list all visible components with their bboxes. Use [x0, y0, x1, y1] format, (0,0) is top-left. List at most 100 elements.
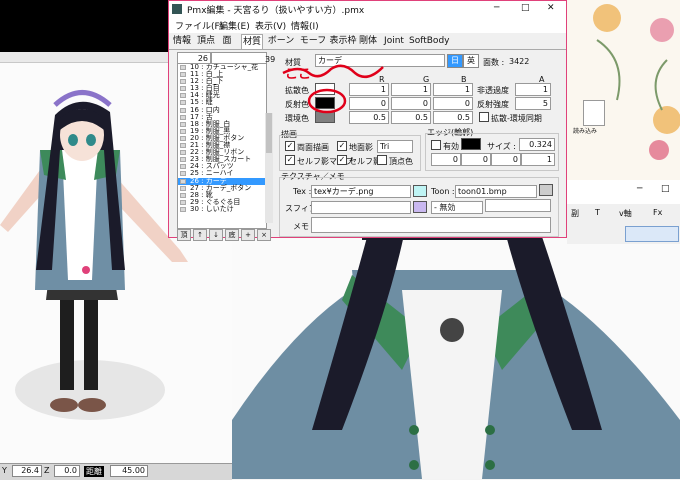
- alpha-input[interactable]: 1: [515, 83, 551, 96]
- edge-g-input[interactable]: 0: [461, 153, 491, 166]
- maximize-button[interactable]: □: [661, 184, 670, 194]
- tex-input[interactable]: tex¥カーデ.png: [311, 185, 411, 198]
- move-top-button[interactable]: 頂: [177, 229, 191, 241]
- material-checkbox-icon[interactable]: [180, 199, 186, 205]
- diffuse-g-input[interactable]: 1: [391, 83, 431, 96]
- z-value[interactable]: 0.0: [54, 465, 80, 477]
- edge-enabled-checkbox[interactable]: [431, 140, 441, 150]
- toon-input[interactable]: toon01.bmp: [455, 185, 537, 198]
- tab-vertex[interactable]: 頂点: [197, 34, 215, 48]
- spec-power-label: 反射強度: [477, 100, 509, 109]
- sphere-mode-select[interactable]: - 無効: [431, 201, 483, 214]
- tab-rigidbody[interactable]: 剛体: [359, 34, 377, 48]
- edge-size-input[interactable]: 0.324: [519, 138, 555, 151]
- double-sided-label: 両面描画: [297, 143, 329, 152]
- edge-b-input[interactable]: 0: [491, 153, 521, 166]
- tab-bone[interactable]: ボーン: [267, 34, 295, 48]
- material-checkbox-icon[interactable]: [180, 72, 186, 78]
- lang-en-button[interactable]: 英: [463, 54, 479, 68]
- edge-r-input[interactable]: 0: [431, 153, 461, 166]
- memo-input[interactable]: [311, 217, 551, 233]
- minimize-button[interactable]: ─: [637, 184, 642, 194]
- edge-a-input[interactable]: 1: [521, 153, 555, 166]
- delete-button[interactable]: ×: [257, 229, 271, 241]
- sphere-color-swatch[interactable]: [413, 201, 427, 213]
- material-checkbox-icon[interactable]: [180, 171, 186, 177]
- list-item[interactable]: 30 : しいたけ: [178, 205, 266, 213]
- tab-info[interactable]: 情報: [173, 34, 191, 48]
- material-checkbox-icon[interactable]: [180, 178, 186, 184]
- tab-joint[interactable]: Joint: [381, 34, 407, 48]
- diffuse-b-input[interactable]: 1: [433, 83, 473, 96]
- tab-bar: 情報 頂点 面 材質 ボーン モーフ 表示枠 剛体 Joint SoftBody: [169, 33, 566, 50]
- material-checkbox-icon[interactable]: [180, 150, 186, 156]
- material-checkbox-icon[interactable]: [180, 206, 186, 212]
- status-bar: Y 26.4 Z 0.0 距離 45.00: [0, 463, 232, 480]
- sphere-input[interactable]: [311, 201, 411, 214]
- ambient-g-input[interactable]: 0.5: [391, 111, 431, 124]
- menu-file[interactable]: ファイル(F): [175, 19, 223, 32]
- minimize-button[interactable]: ─: [494, 3, 499, 13]
- sphere-extra-select[interactable]: [485, 199, 551, 212]
- add-button[interactable]: +: [241, 229, 255, 241]
- material-list[interactable]: 10 : カチューシャ_花 11 : 白_上 12 : 白_下 13 : 白目 14 :…: [177, 63, 267, 229]
- desktop-icon-label: 読み込み: [573, 128, 598, 135]
- toon-color-swatch[interactable]: [539, 184, 553, 196]
- move-bottom-button[interactable]: 底: [225, 229, 239, 241]
- v-axis-button[interactable]: v軸: [619, 208, 632, 219]
- material-checkbox-icon[interactable]: [180, 121, 186, 127]
- tab-display-frame[interactable]: 表示枠: [329, 34, 357, 48]
- ground-shadow-checkbox[interactable]: ✓: [337, 141, 347, 151]
- y-value[interactable]: 26.4: [12, 465, 42, 477]
- tab-softbody[interactable]: SoftBody: [409, 34, 449, 48]
- material-checkbox-icon[interactable]: [180, 128, 186, 134]
- material-checkbox-icon[interactable]: [180, 93, 186, 99]
- tab-material[interactable]: 材質: [241, 34, 263, 49]
- self-shadow-map-checkbox[interactable]: ✓: [285, 155, 295, 165]
- close-button[interactable]: ✕: [547, 3, 555, 13]
- specular-b-input[interactable]: 0: [433, 97, 473, 110]
- spec-power-input[interactable]: 5: [515, 97, 551, 110]
- edge-enabled-label: 有効: [443, 142, 459, 151]
- material-checkbox-icon[interactable]: [180, 143, 186, 149]
- material-checkbox-icon[interactable]: [180, 107, 186, 113]
- menu-info[interactable]: 情報(I): [291, 19, 319, 32]
- list-scrollbar[interactable]: [265, 113, 273, 223]
- material-checkbox-icon[interactable]: [180, 185, 186, 191]
- maximize-button[interactable]: □: [521, 3, 530, 13]
- text-tool-button[interactable]: T: [595, 208, 600, 217]
- view-rotate-icons[interactable]: [625, 226, 679, 242]
- material-checkbox-icon[interactable]: [180, 86, 186, 92]
- double-sided-checkbox[interactable]: ✓: [285, 141, 295, 151]
- material-checkbox-icon[interactable]: [180, 192, 186, 198]
- ambient-b-input[interactable]: 0.5: [433, 111, 473, 124]
- file-icon[interactable]: [583, 100, 605, 126]
- material-checkbox-icon[interactable]: [180, 79, 186, 85]
- distance-value[interactable]: 45.00: [110, 465, 148, 477]
- tab-face[interactable]: 面: [221, 34, 233, 48]
- sub-tool-button[interactable]: 副: [571, 208, 579, 219]
- material-checkbox-icon[interactable]: [180, 164, 186, 170]
- sync-checkbox[interactable]: [479, 112, 489, 122]
- material-checkbox-icon[interactable]: [180, 65, 186, 70]
- lang-jp-button[interactable]: 日: [447, 54, 463, 68]
- menu-edit[interactable]: 編集(E): [219, 19, 250, 32]
- move-up-button[interactable]: ↑: [193, 229, 207, 241]
- specular-g-input[interactable]: 0: [391, 97, 431, 110]
- material-checkbox-icon[interactable]: [180, 100, 186, 106]
- shadow-mode-select[interactable]: Tri: [377, 140, 413, 153]
- fx-button[interactable]: Fx: [653, 208, 662, 217]
- edge-color-swatch[interactable]: [461, 138, 481, 150]
- material-checkbox-icon[interactable]: [180, 114, 186, 120]
- tex-color-swatch[interactable]: [413, 185, 427, 197]
- material-checkbox-icon[interactable]: [180, 157, 186, 163]
- menu-bar: ファイル(F) 編集(E) 表示(V) 情報(I): [169, 17, 566, 33]
- vertex-color-checkbox[interactable]: [377, 155, 387, 165]
- viewport-toolbar: [0, 52, 168, 63]
- self-shadow-checkbox[interactable]: ✓: [337, 155, 347, 165]
- move-down-button[interactable]: ↓: [209, 229, 223, 241]
- tab-morph[interactable]: モーフ: [299, 34, 327, 48]
- sync-label: 拡散-環境同期: [491, 114, 542, 123]
- menu-view[interactable]: 表示(V): [255, 19, 286, 32]
- material-checkbox-icon[interactable]: [180, 135, 186, 141]
